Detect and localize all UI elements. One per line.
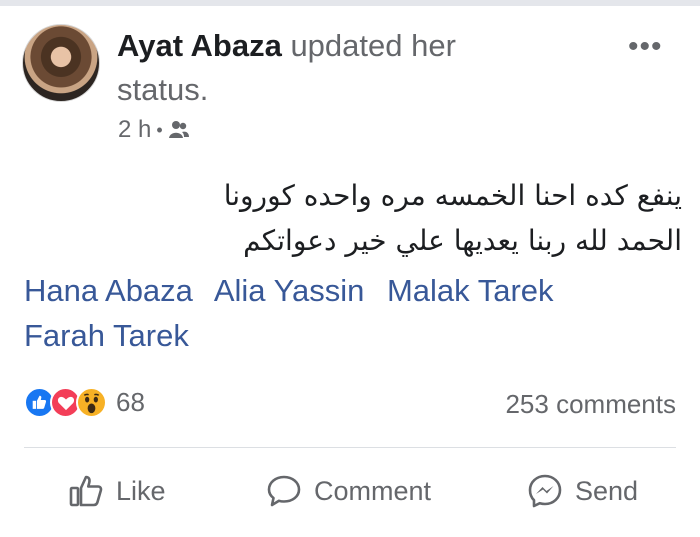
- reaction-count: 68: [116, 387, 145, 417]
- avatar[interactable]: [22, 24, 100, 102]
- thumbs-up-icon: [69, 475, 103, 507]
- friends-icon[interactable]: [168, 120, 190, 140]
- like-button[interactable]: Like: [66, 466, 166, 516]
- tag-link[interactable]: Malak Tarek: [387, 273, 554, 308]
- action-divider: [24, 447, 676, 448]
- like-label: Like: [116, 475, 166, 506]
- send-button[interactable]: Send: [525, 466, 638, 516]
- post-text-line: الحمد لله ربنا يعديها علي خير دعواتكم: [243, 224, 682, 257]
- post-time[interactable]: 2 h: [118, 116, 151, 144]
- wow-reaction-icon: [76, 387, 107, 418]
- tag-link[interactable]: Farah Tarek: [24, 318, 189, 353]
- more-options-icon[interactable]: •••: [628, 30, 663, 64]
- comment-label: Comment: [314, 475, 432, 506]
- post-actions: Like Comment Send: [0, 466, 700, 516]
- author-name[interactable]: Ayat Abaza: [117, 28, 282, 63]
- comment-button[interactable]: Comment: [264, 466, 431, 516]
- meta-separator: •: [156, 119, 163, 140]
- messenger-icon: [528, 474, 562, 508]
- reaction-summary[interactable]: 68: [24, 387, 145, 418]
- tagged-people: Hana Abaza Alia Yassin Malak Tarek Farah…: [24, 268, 664, 358]
- comments-count[interactable]: 253 comments: [505, 389, 676, 420]
- send-label: Send: [575, 475, 639, 506]
- post-meta: 2 h •: [118, 116, 190, 144]
- post-text: ينفع كده احنا الخمسه مره واحده كورونا ال…: [150, 173, 682, 263]
- top-border: [0, 0, 700, 12]
- comment-icon: [267, 475, 301, 507]
- post-header: Ayat Abaza updated her status.: [117, 24, 537, 112]
- tag-link[interactable]: Alia Yassin: [214, 273, 365, 308]
- post-text-line: ينفع كده احنا الخمسه مره واحده كورونا: [223, 179, 682, 212]
- tag-link[interactable]: Hana Abaza: [24, 273, 193, 308]
